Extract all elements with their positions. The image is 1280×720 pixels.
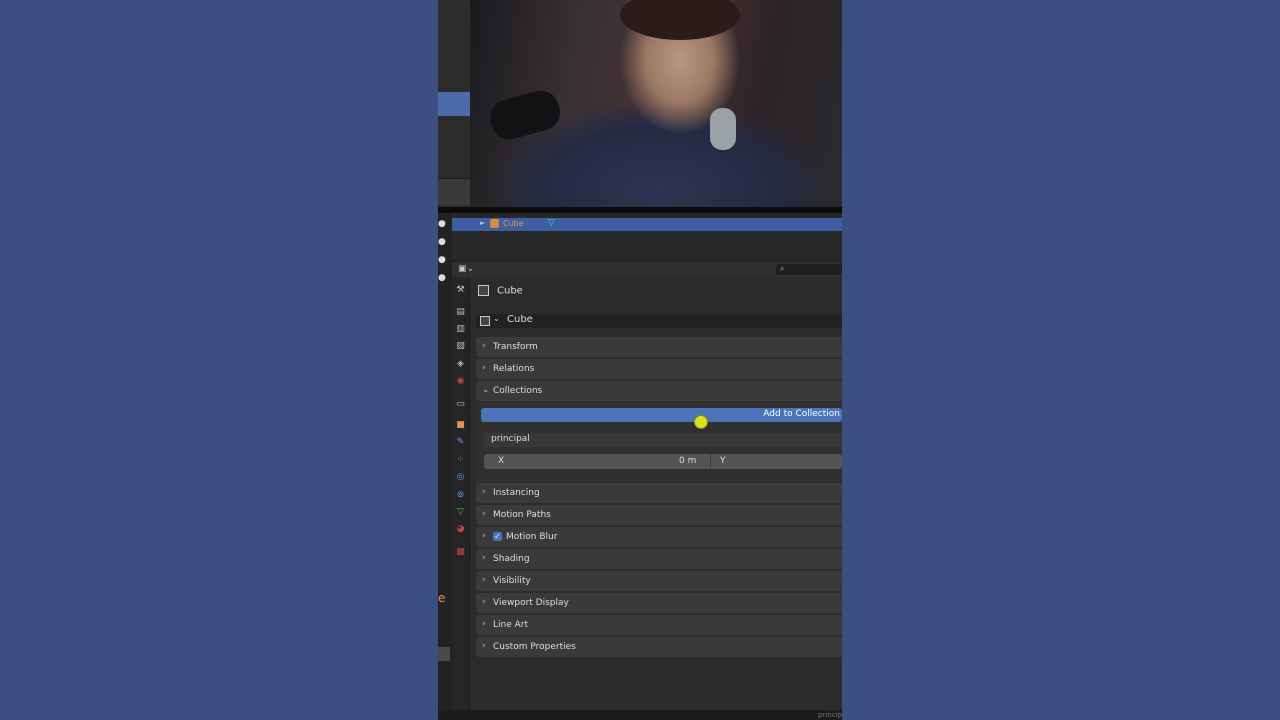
panel-viewport-display[interactable]: › Viewport Display xyxy=(476,593,842,613)
properties-main: Cube ⌄ Cube › Transform › Relations ⌄ Co… xyxy=(470,277,842,710)
chevron-right-icon: › xyxy=(482,341,486,351)
chevron-down-icon[interactable]: ⌄ xyxy=(493,314,500,323)
webcam-microphone xyxy=(486,86,564,144)
constraints-tab-icon[interactable]: ⊚ xyxy=(455,490,466,501)
edge-glyph: ● xyxy=(438,237,446,247)
search-icon: ⌕ xyxy=(780,264,785,273)
chevron-down-icon: ⌄ xyxy=(482,385,490,395)
collection-name-value: principal xyxy=(491,434,530,444)
object-tab-icon[interactable]: ■ xyxy=(455,420,466,431)
panel-label: Viewport Display xyxy=(493,598,569,608)
scene-tab-icon[interactable]: ◈ xyxy=(455,359,466,370)
editor-bar xyxy=(438,178,470,205)
render-tab-icon[interactable]: ▤ xyxy=(455,307,466,318)
properties-search-field[interactable]: ⌕ xyxy=(776,264,842,275)
offset-x-value: 0 m xyxy=(679,456,697,466)
chevron-right-icon: › xyxy=(482,509,486,519)
background-right xyxy=(842,0,1280,720)
expand-triangle-icon[interactable]: ► xyxy=(480,219,485,227)
object-name-field[interactable]: ⌄ Cube xyxy=(476,314,842,328)
properties-header: ▣⌄ ⌕ xyxy=(452,261,842,278)
edge-glyph: ● xyxy=(438,255,446,265)
physics-tab-icon[interactable]: ◎ xyxy=(455,472,466,483)
status-bar-text: princip xyxy=(818,711,842,719)
chevron-right-icon: › xyxy=(482,619,486,629)
panel-instancing[interactable]: › Instancing xyxy=(476,483,842,503)
field-separator xyxy=(710,454,711,469)
outliner: ► Cube ▽ xyxy=(438,213,842,261)
webcam-person-hair xyxy=(620,0,740,40)
chevron-right-icon: › xyxy=(482,487,486,497)
chevron-right-icon: › xyxy=(482,531,486,541)
chevron-right-icon: › xyxy=(482,363,486,373)
panel-custom-properties[interactable]: › Custom Properties xyxy=(476,637,842,657)
panel-line-art[interactable]: › Line Art xyxy=(476,615,842,635)
collection-offset-field[interactable]: X 0 m Y xyxy=(484,454,842,469)
panel-motion-paths[interactable]: › Motion Paths xyxy=(476,505,842,525)
panel-label: Instancing xyxy=(493,488,540,498)
checkbox-icon[interactable]: ✓ xyxy=(493,532,502,541)
panel-relations[interactable]: › Relations xyxy=(476,359,842,379)
object-cube-icon xyxy=(478,285,489,296)
webcam-overlay xyxy=(470,0,842,207)
panel-shading[interactable]: › Shading xyxy=(476,549,842,569)
panel-label: Shading xyxy=(493,554,530,564)
material-tab-icon[interactable]: ◕ xyxy=(455,524,466,535)
panel-label: Transform xyxy=(493,342,538,352)
tool-tab-icon[interactable]: ⚒ xyxy=(455,285,466,296)
panel-label: Motion Blur xyxy=(506,532,558,542)
outliner-object-name: Cube xyxy=(503,219,524,228)
panel-label: Relations xyxy=(493,364,535,374)
object-header: Cube xyxy=(478,285,523,297)
panel-label: Visibility xyxy=(493,576,531,586)
panel-transform[interactable]: › Transform xyxy=(476,337,842,357)
add-to-collection-label: Add to Collection xyxy=(763,409,840,419)
panel-label: Collections xyxy=(493,386,543,396)
edge-orange-text: e xyxy=(438,591,446,605)
editor-type-dropdown[interactable]: ▣⌄ xyxy=(458,264,474,274)
panel-collections[interactable]: ⌄ Collections xyxy=(476,381,842,401)
mesh-data-icon[interactable]: ▽ xyxy=(548,218,555,228)
view-layer-tab-icon[interactable]: ▧ xyxy=(455,341,466,352)
add-to-collection-button[interactable]: Add to Collection xyxy=(481,408,842,429)
offset-x-label: X xyxy=(498,456,505,466)
edge-scroll-bar[interactable] xyxy=(438,647,450,661)
properties-tabs: ⚒ ▤ ▥ ▧ ◈ ◉ ▭ ■ ✎ ⁘ ◎ ⊚ ▽ ◕ ▩ xyxy=(452,277,470,710)
cursor-highlight xyxy=(694,415,708,429)
object-header-name: Cube xyxy=(497,285,523,297)
editor-strip-left xyxy=(438,0,470,210)
world-tab-icon[interactable]: ◉ xyxy=(455,376,466,387)
left-editor-edge: ● ● ● ● e xyxy=(438,213,452,710)
panel-label: Custom Properties xyxy=(493,642,576,652)
data-tab-icon[interactable]: ▽ xyxy=(455,507,466,518)
modifier-tab-icon[interactable]: ✎ xyxy=(455,437,466,448)
outliner-row-cube[interactable]: ► Cube ▽ xyxy=(452,218,842,231)
panel-label: Motion Paths xyxy=(493,510,551,520)
chevron-right-icon: › xyxy=(482,641,486,651)
panel-visibility[interactable]: › Visibility xyxy=(476,571,842,591)
chevron-right-icon: › xyxy=(482,553,486,563)
chevron-right-icon: › xyxy=(482,597,486,607)
output-tab-icon[interactable]: ▥ xyxy=(455,324,466,335)
object-name-value: Cube xyxy=(507,314,533,325)
selected-row-highlight xyxy=(438,92,470,116)
edge-glyph: ● xyxy=(438,219,446,229)
collections-panel-body: Add to Collection principal X 0 m Y xyxy=(476,402,842,482)
particles-tab-icon[interactable]: ⁘ xyxy=(455,455,466,466)
background-left xyxy=(0,0,438,720)
object-icon xyxy=(490,219,499,228)
chevron-right-icon: › xyxy=(482,575,486,585)
collection-tab-icon[interactable]: ▭ xyxy=(455,399,466,410)
collection-name-field[interactable]: principal xyxy=(484,433,842,447)
offset-y-label: Y xyxy=(720,456,726,466)
panel-motion-blur[interactable]: › ✓ Motion Blur xyxy=(476,527,842,547)
panel-label: Line Art xyxy=(493,620,529,630)
texture-tab-icon[interactable]: ▩ xyxy=(455,547,466,558)
webcam-headphones xyxy=(710,108,736,150)
object-cube-icon xyxy=(480,316,490,326)
status-bar: princip xyxy=(438,710,842,720)
edge-glyph: ● xyxy=(438,273,446,283)
